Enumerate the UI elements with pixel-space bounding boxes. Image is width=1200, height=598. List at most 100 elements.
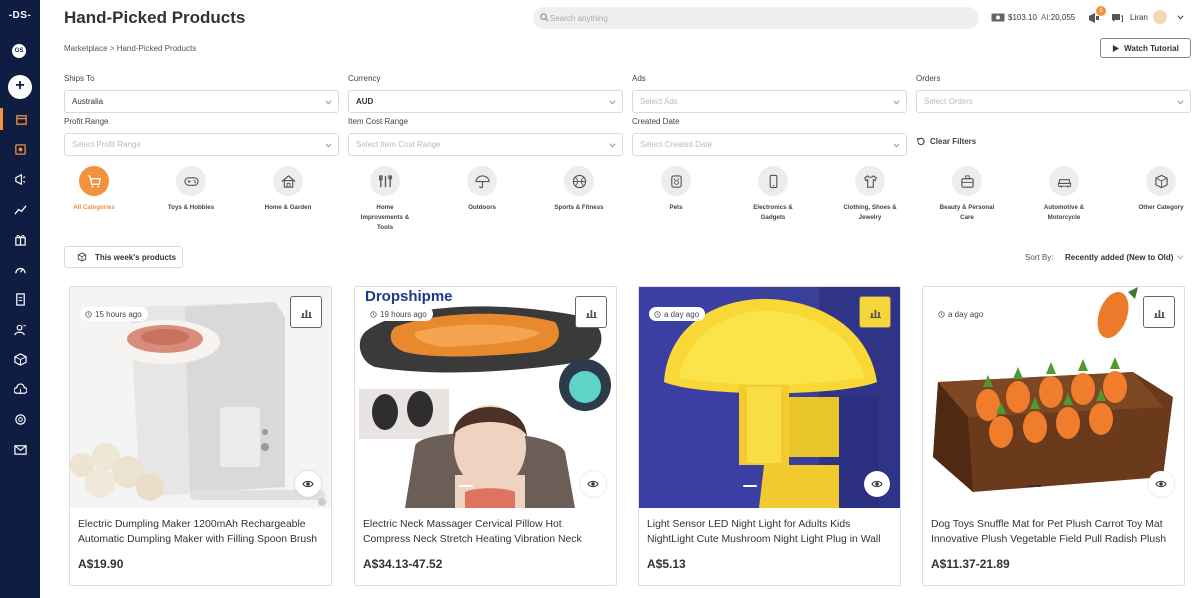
currency-value: AUD: [356, 97, 374, 106]
sidebar-item-analytics[interactable]: [0, 198, 40, 220]
carousel-indicator[interactable]: [459, 485, 473, 487]
view-button[interactable]: [864, 471, 890, 497]
speed-icon: [14, 267, 26, 273]
category-sports[interactable]: Sports & Fitness: [534, 166, 624, 213]
sidebar-item-speed[interactable]: [0, 258, 40, 280]
search-bar[interactable]: [533, 7, 979, 29]
product-card[interactable]: a day ago Light Sensor LED Night Light f…: [638, 286, 901, 586]
profit-range-placeholder: Select Profit Range: [72, 140, 141, 149]
created-date-select[interactable]: Select Created Date: [632, 133, 907, 156]
ads-label: Ads: [632, 74, 646, 83]
category-label: Clothing, Shoes & Jewelry: [843, 204, 897, 221]
campaign-icon: [14, 173, 25, 185]
item-cost-range-label: Item Cost Range: [348, 117, 409, 126]
mail-icon: [13, 444, 27, 455]
carousel-indicator[interactable]: [1027, 485, 1041, 487]
eye-icon: [871, 480, 883, 488]
chevron-down-icon: [325, 143, 332, 148]
reset-icon: [916, 137, 925, 146]
category-electronics[interactable]: Electronics & Gadgets: [728, 166, 818, 223]
time-ago: a day ago: [948, 309, 984, 319]
view-button[interactable]: [1148, 471, 1174, 497]
stats-button[interactable]: [859, 296, 891, 328]
chevron-down-icon: [893, 143, 900, 148]
watch-tutorial-button[interactable]: Watch Tutorial: [1100, 38, 1191, 58]
sidebar-item-packages[interactable]: [0, 348, 40, 370]
chat-icon[interactable]: [1111, 12, 1123, 24]
sidebar-item-campaigns[interactable]: [0, 168, 40, 190]
orders-placeholder: Select Orders: [924, 97, 973, 106]
category-other[interactable]: Other Category: [1116, 166, 1200, 213]
ships-to-select[interactable]: Australia: [64, 90, 339, 113]
item-cost-range-select[interactable]: Select Item Cost Range: [348, 133, 623, 156]
stats-button[interactable]: [1143, 296, 1175, 328]
workspace-avatar[interactable]: GS: [12, 44, 26, 58]
category-tools[interactable]: Home Improvements & Tools: [340, 166, 430, 233]
stats-button[interactable]: [290, 296, 322, 328]
currency-filter: Currency AUD: [348, 74, 623, 113]
ships-to-value: Australia: [72, 97, 104, 106]
sidebar-item-upload[interactable]: [0, 378, 40, 400]
sidebar-item-gifts[interactable]: [0, 228, 40, 250]
stats-button[interactable]: [575, 296, 607, 328]
sidebar-item-mail[interactable]: [0, 438, 40, 460]
view-button[interactable]: [295, 471, 321, 497]
product-image[interactable]: a day ago: [639, 287, 900, 508]
watch-tutorial-label: Watch Tutorial: [1124, 43, 1179, 53]
cloud-icon: [13, 382, 27, 394]
sidebar-item-support[interactable]: [0, 408, 40, 430]
clear-filters-button[interactable]: Clear Filters: [916, 137, 976, 146]
category-beauty[interactable]: Beauty & Personal Care: [922, 166, 1012, 223]
sidebar-item-store[interactable]: [0, 108, 40, 130]
breadcrumb[interactable]: Marketplace > Hand-Picked Products: [64, 44, 196, 53]
eye-icon: [302, 480, 314, 488]
product-card[interactable]: a day ago Dog Toys Snuffle Mat for Pet P…: [922, 286, 1185, 586]
profit-range-label: Profit Range: [64, 117, 109, 126]
category-all[interactable]: All Categories: [49, 166, 139, 213]
category-label: Toys & Hobbies: [167, 204, 215, 211]
profit-range-select[interactable]: Select Profit Range: [64, 133, 339, 156]
product-title[interactable]: Light Sensor LED Night Light for Adults …: [647, 517, 891, 547]
sidebar-item-users[interactable]: [0, 318, 40, 340]
ads-select[interactable]: Select Ads: [632, 90, 907, 113]
chevron-down-icon[interactable]: [1177, 254, 1184, 261]
product-card[interactable]: 15 hours ago Electric Dumpling Maker 120…: [69, 286, 332, 586]
product-price: A$11.37-21.89: [931, 557, 1010, 571]
pet-icon: [670, 174, 682, 188]
app-logo[interactable]: -DS-: [0, 10, 40, 21]
wallet-balance[interactable]: $103.10: [991, 12, 1037, 23]
category-outdoors[interactable]: Outdoors: [437, 166, 527, 213]
category-toys[interactable]: Toys & Hobbies: [146, 166, 236, 213]
store-icon: [16, 114, 27, 125]
sidebar-item-products[interactable]: [0, 138, 40, 160]
this-week-button[interactable]: This week's products: [64, 246, 183, 268]
product-card[interactable]: Dropshipme 19 hours ago Electric Neck Ma…: [354, 286, 617, 586]
avatar[interactable]: [1153, 10, 1167, 24]
product-image[interactable]: Dropshipme 19 hours ago: [355, 287, 616, 508]
chevron-down-icon[interactable]: [1177, 14, 1184, 21]
search-input[interactable]: [550, 10, 950, 26]
user-name[interactable]: Liran: [1130, 13, 1148, 22]
add-button[interactable]: +: [8, 75, 32, 99]
category-clothing[interactable]: Clothing, Shoes & Jewelry: [825, 166, 915, 223]
category-bar: All Categories Toys & Hobbies Home & Gar…: [64, 166, 1192, 236]
currency-select[interactable]: AUD: [348, 90, 623, 113]
product-title[interactable]: Electric Dumpling Maker 1200mAh Recharge…: [78, 517, 322, 547]
time-badge: a day ago: [649, 307, 706, 321]
sidebar-item-orders[interactable]: [0, 288, 40, 310]
ships-to-label: Ships To: [64, 74, 95, 83]
product-title[interactable]: Electric Neck Massager Cervical Pillow H…: [363, 517, 607, 547]
product-image[interactable]: a day ago: [923, 287, 1184, 508]
product-title[interactable]: Dog Toys Snuffle Mat for Pet Plush Carro…: [931, 517, 1175, 547]
product-image[interactable]: 15 hours ago: [70, 287, 331, 508]
category-automotive[interactable]: Automotive & Motorcycle: [1019, 166, 1109, 223]
orders-select[interactable]: Select Orders: [916, 90, 1191, 113]
view-button[interactable]: [580, 471, 606, 497]
clock-icon: [370, 310, 377, 318]
eye-icon: [1155, 480, 1167, 488]
category-home-garden[interactable]: Home & Garden: [243, 166, 333, 213]
sort-select[interactable]: Recently added (New to Old): [1065, 253, 1173, 262]
carousel-indicator[interactable]: [743, 485, 757, 487]
category-pets[interactable]: Pets: [631, 166, 721, 213]
box-icon: [77, 252, 87, 262]
